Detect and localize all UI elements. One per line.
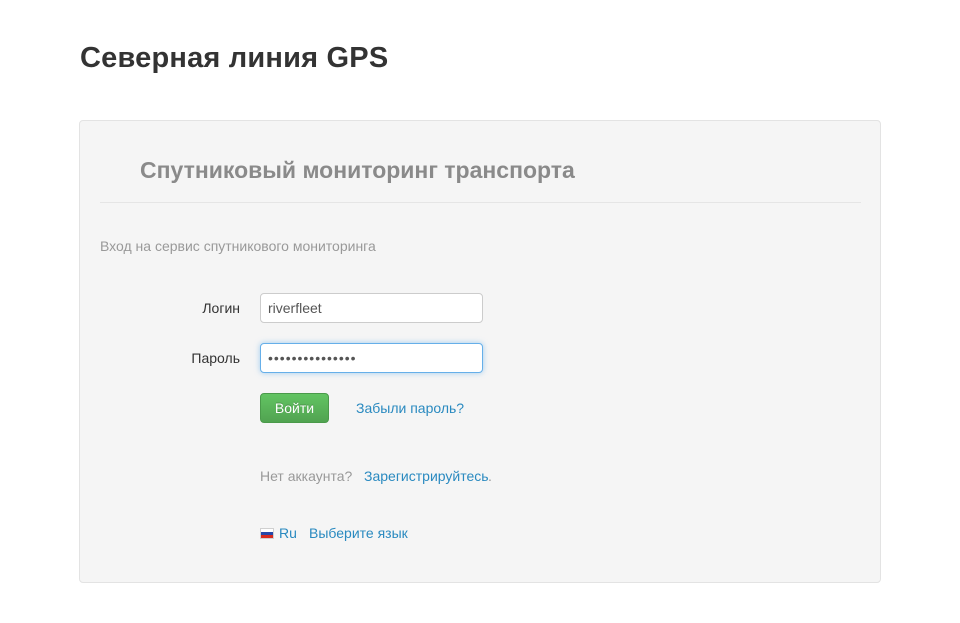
- page-title: Северная линия GPS: [80, 42, 389, 74]
- panel-heading: Спутниковый мониторинг транспорта: [140, 157, 575, 183]
- login-input[interactable]: [260, 293, 483, 323]
- russia-flag-icon: [260, 528, 274, 539]
- login-label: Логин: [202, 300, 240, 316]
- password-label: Пароль: [191, 350, 240, 366]
- language-code-link[interactable]: Ru: [279, 525, 297, 541]
- login-button[interactable]: Войти: [260, 393, 329, 423]
- select-language-link[interactable]: Выберите язык: [309, 525, 408, 541]
- login-panel: Спутниковый мониторинг транспорта Вход н…: [79, 120, 881, 583]
- register-link[interactable]: Зарегистрируйтесь: [364, 468, 489, 484]
- password-input[interactable]: [260, 343, 483, 373]
- panel-divider: [100, 202, 861, 203]
- no-account-text: Нет аккаунта?: [260, 468, 353, 484]
- register-period: .: [488, 468, 492, 484]
- forgot-password-link[interactable]: Забыли пароль?: [356, 400, 464, 416]
- intro-text: Вход на сервис спутникового мониторинга: [100, 238, 376, 254]
